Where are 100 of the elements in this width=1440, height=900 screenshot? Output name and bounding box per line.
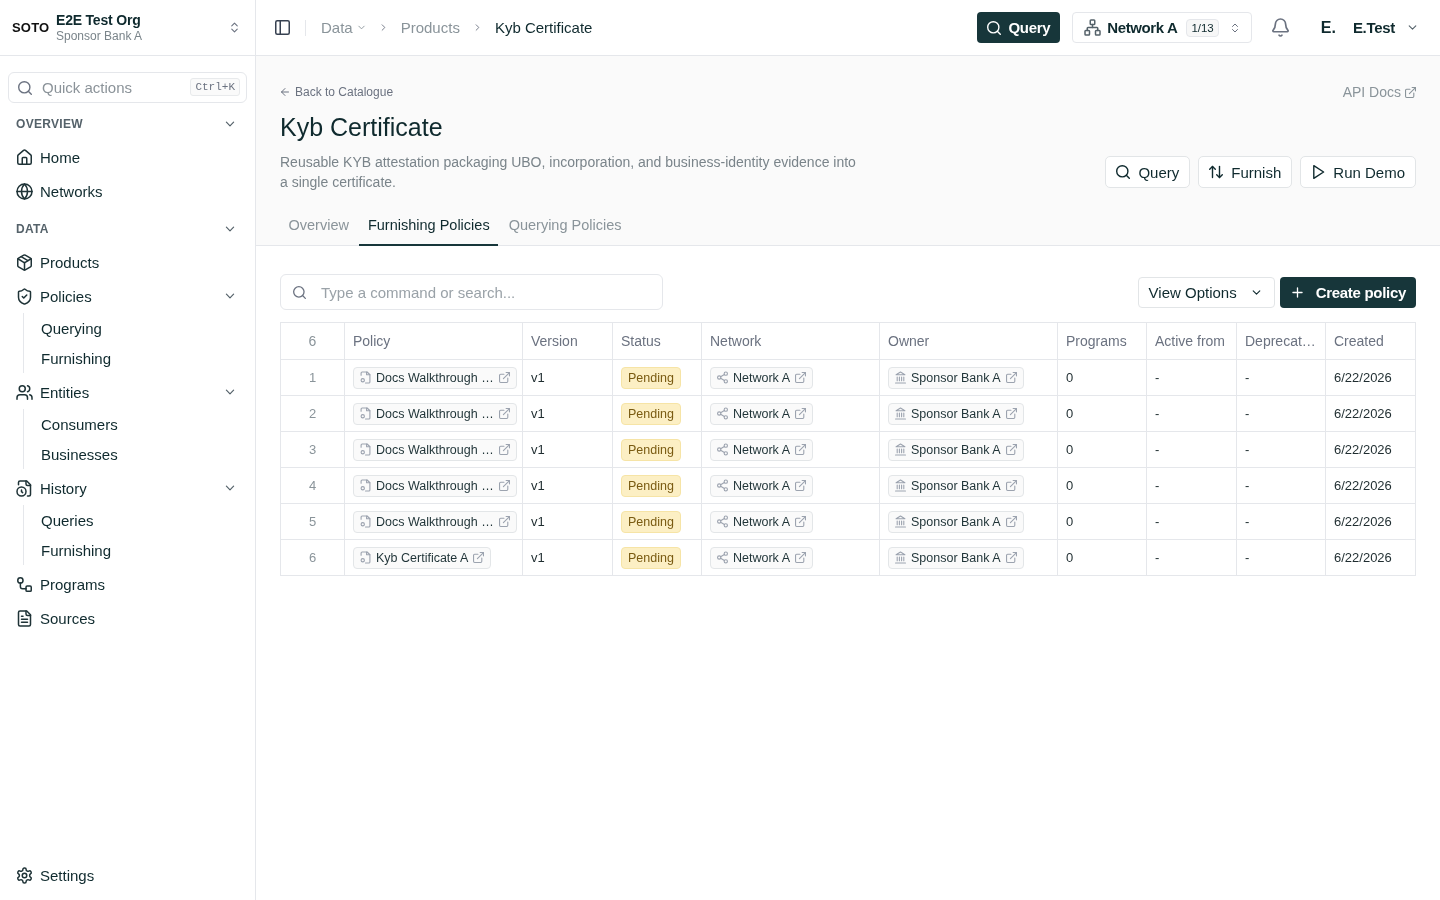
table-cell: - <box>1146 431 1237 468</box>
column-header: Network <box>701 322 880 360</box>
plus-icon <box>1290 285 1304 299</box>
page-description: Reusable KYB attestation packaging UBO, incorporation, and business-identity evidence into a single certificate. <box>280 153 857 192</box>
external-link-icon <box>794 516 806 527</box>
owner-link[interactable]: Sponsor Bank A <box>888 366 1024 389</box>
bell-icon[interactable] <box>1271 19 1289 36</box>
table-cell: v1 <box>522 503 613 540</box>
policy-link[interactable]: Docs Walkthrough … <box>353 474 517 497</box>
search-icon <box>987 20 1002 35</box>
user-initials: E. <box>1320 18 1336 37</box>
nav-item[interactable]: Home <box>8 140 247 174</box>
external-link-icon <box>1005 552 1017 563</box>
back-link[interactable]: Back to Catalogue <box>280 85 394 99</box>
table-cell: 0 <box>1057 395 1147 432</box>
section-header[interactable]: OVERVIEW <box>0 108 255 140</box>
arrows-up-down-icon <box>1209 165 1224 179</box>
external-link-icon <box>794 552 806 563</box>
logo: SOTO <box>12 20 51 35</box>
owner-link[interactable]: Sponsor Bank A <box>888 438 1024 461</box>
table-cell: 6/22/2026 <box>1325 467 1416 504</box>
status-badge: Pending <box>621 438 681 461</box>
status-badge: Pending <box>621 546 681 569</box>
action-button[interactable]: Run Demo <box>1300 156 1416 188</box>
policy-link[interactable]: Docs Walkthrough … <box>353 510 517 533</box>
table-cell: 6/22/2026 <box>1325 539 1416 576</box>
nav-item[interactable]: History <box>8 471 247 505</box>
table-cell: - <box>1236 395 1326 432</box>
network-link[interactable]: Network A <box>710 474 813 497</box>
policy-link[interactable]: Docs Walkthrough … <box>353 402 517 425</box>
nav-subitem[interactable]: Queries <box>24 505 255 535</box>
table-cell: - <box>1236 359 1326 396</box>
nav-item[interactable]: Networks <box>8 174 247 208</box>
users-icon <box>17 384 32 400</box>
chevron-down-icon <box>1407 22 1418 33</box>
external-link-icon <box>498 444 510 455</box>
table-cell: 0 <box>1057 431 1147 468</box>
table-cell: 6/22/2026 <box>1325 395 1416 432</box>
nav-subitem[interactable]: Businesses <box>24 439 255 469</box>
view-options-button[interactable]: View Options <box>1137 276 1275 308</box>
network-count: 1/13 <box>1186 18 1219 37</box>
home-icon <box>17 149 32 165</box>
owner-link[interactable]: Sponsor Bank A <box>888 510 1024 533</box>
chevrons-up-down-icon[interactable] <box>229 20 240 35</box>
owner-link[interactable]: Sponsor Bank A <box>888 474 1024 497</box>
bank-icon <box>895 408 906 419</box>
nav-item[interactable]: Products <box>8 245 247 279</box>
page-title: Kyb Certificate <box>280 112 443 143</box>
settings-icon <box>17 867 32 883</box>
network-selector[interactable]: Network A 1/13 <box>1072 12 1252 43</box>
column-header: Status <box>612 322 702 360</box>
policy-link[interactable]: Docs Walkthrough … <box>353 438 517 461</box>
nav-item[interactable]: Programs <box>8 567 247 601</box>
action-button[interactable]: Furnish <box>1198 156 1293 188</box>
external-link-icon <box>1005 408 1017 419</box>
table-cell: - <box>1146 359 1237 396</box>
policy-link[interactable]: Kyb Certificate A <box>353 546 492 569</box>
external-link-icon <box>794 444 806 455</box>
org-name: E2E Test Org <box>56 11 141 29</box>
section-header[interactable]: DATA <box>0 213 255 245</box>
status-badge: Pending <box>621 510 681 533</box>
network-link[interactable]: Network A <box>710 546 813 569</box>
network-link[interactable]: Network A <box>710 438 813 461</box>
row-number: 5 <box>280 503 345 540</box>
nav-item[interactable]: Sources <box>8 601 247 635</box>
query-button[interactable]: Query <box>977 12 1061 43</box>
network-link[interactable]: Network A <box>710 402 813 425</box>
column-header: Deprecat… <box>1236 322 1326 360</box>
document-icon <box>360 552 371 563</box>
owner-link[interactable]: Sponsor Bank A <box>888 546 1024 569</box>
chevron-down-icon <box>356 23 366 32</box>
nav-subitem[interactable]: Querying <box>24 313 255 343</box>
action-button[interactable]: Query <box>1105 156 1191 188</box>
table-cell: 6/22/2026 <box>1325 503 1416 540</box>
search-icon <box>293 285 306 299</box>
table-cell: v1 <box>522 431 613 468</box>
owner-link[interactable]: Sponsor Bank A <box>888 402 1024 425</box>
nav-subitem[interactable]: Furnishing <box>24 535 255 565</box>
status-badge: Pending <box>621 402 681 425</box>
network-link[interactable]: Network A <box>710 366 813 389</box>
table-cell: v1 <box>522 467 613 504</box>
table-cell: - <box>1146 539 1237 576</box>
nav-item[interactable]: Policies <box>8 279 247 313</box>
nav-item[interactable]: Settings <box>8 858 247 892</box>
nav-item[interactable]: Entities <box>8 375 247 409</box>
nav-subitem[interactable]: Furnishing <box>24 343 255 373</box>
nav-subitem[interactable]: Consumers <box>24 409 255 439</box>
play-icon <box>1311 165 1326 179</box>
create-policy-button[interactable]: Create policy <box>1279 276 1416 308</box>
bank-icon <box>895 444 906 455</box>
row-number: 4 <box>280 467 345 504</box>
document-icon <box>360 516 371 527</box>
row-number: 3 <box>280 431 345 468</box>
org-subtitle: Sponsor Bank A <box>56 28 143 44</box>
globe-icon <box>17 183 32 199</box>
search-field[interactable]: Type a command or search... <box>280 274 663 310</box>
user-menu[interactable]: E.Test <box>1352 19 1418 36</box>
sidebar-toggle-icon[interactable] <box>275 20 290 35</box>
policy-link[interactable]: Docs Walkthrough … <box>353 366 517 389</box>
network-link[interactable]: Network A <box>710 510 813 533</box>
